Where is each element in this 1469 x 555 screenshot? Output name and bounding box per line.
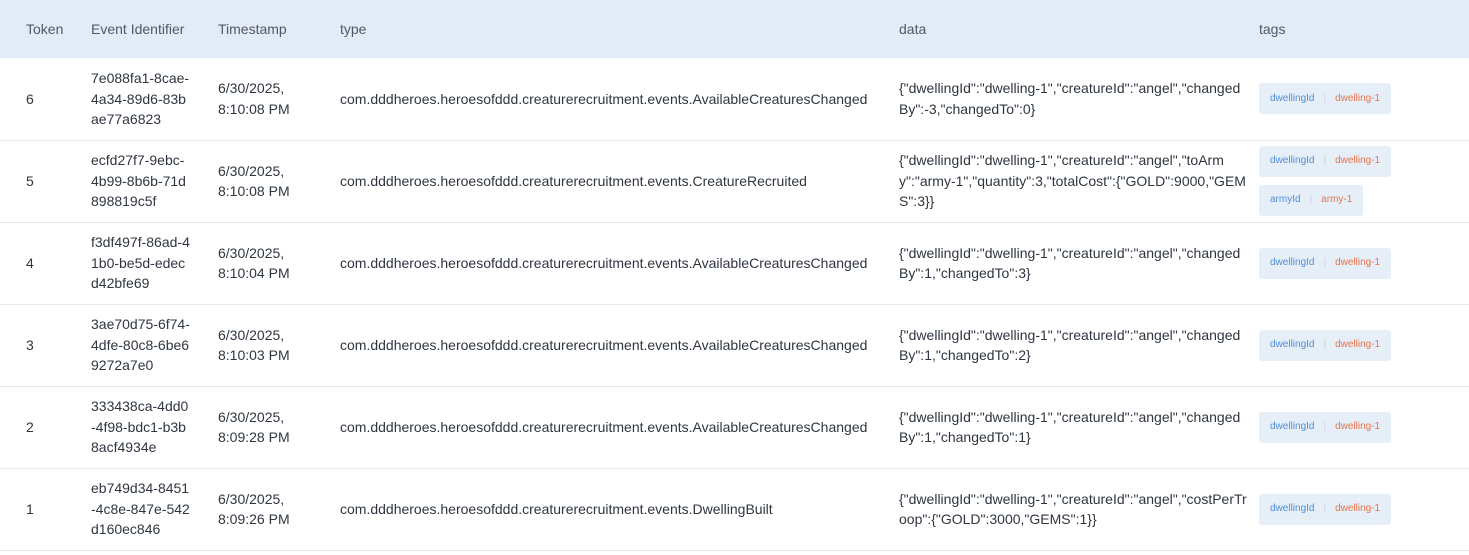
timestamp-cell: 6/30/2025, 8:09:28 PM [217, 386, 340, 468]
data-cell: {"dwellingId":"dwelling-1","creatureId":… [899, 490, 1247, 528]
type-cell: com.dddheroes.heroesofddd.creaturerecrui… [340, 500, 773, 517]
tag-separator: | [1309, 194, 1313, 206]
tag-chip[interactable]: dwellingId | dwelling-1 [1259, 83, 1392, 115]
tags-cell: dwellingId | dwelling-1 [1259, 386, 1469, 468]
event-id: 7e088fa1-8cae-4a34-89d6-83bae77a6823 [91, 70, 190, 127]
tag-separator: | [1323, 338, 1327, 350]
timestamp-time: 8:10:04 PM [218, 265, 290, 281]
tag-chip[interactable]: dwellingId | dwelling-1 [1259, 329, 1392, 361]
data-cell: {"dwellingId":"dwelling-1","creatureId":… [899, 152, 1246, 210]
header-tags[interactable]: tags [1259, 0, 1469, 58]
tag-chip[interactable]: dwellingId | dwelling-1 [1259, 493, 1392, 525]
table-row[interactable]: 2 333438ca-4dd0-4f98-bdc1-b3b8acf4934e 6… [0, 386, 1469, 468]
tag-value: dwelling-1 [1335, 338, 1381, 350]
timestamp-time: 8:10:03 PM [218, 347, 290, 363]
tag-key: dwellingId [1270, 92, 1315, 104]
tags-cell: dwellingId | dwelling-1 [1259, 304, 1469, 386]
event-id-cell: 333438ca-4dd0-4f98-bdc1-b3b8acf4934e [90, 386, 217, 468]
tag-separator: | [1323, 256, 1327, 268]
token-cell: 2 [26, 418, 34, 435]
timestamp-time: 8:09:28 PM [218, 429, 290, 445]
event-id: f3df497f-86ad-41b0-be5d-edecd42bfe69 [91, 234, 190, 292]
tag-key: dwellingId [1270, 420, 1315, 432]
tag-separator: | [1323, 92, 1327, 104]
tag-key: dwellingId [1270, 338, 1315, 350]
tags-cell: dwellingId | dwelling-1 [1259, 222, 1469, 304]
timestamp-date: 6/30/2025, [218, 162, 285, 179]
table-row[interactable]: 4 f3df497f-86ad-41b0-be5d-edecd42bfe69 6… [0, 222, 1469, 304]
data-cell: {"dwellingId":"dwelling-1","creatureId":… [899, 244, 1241, 282]
event-id-cell: f3df497f-86ad-41b0-be5d-edecd42bfe69 [90, 222, 217, 304]
data-cell: {"dwellingId":"dwelling-1","creatureId":… [899, 408, 1241, 446]
timestamp-cell: 6/30/2025, 8:10:04 PM [217, 222, 340, 304]
tags-cell: dwellingId | dwelling-1 [1259, 58, 1469, 140]
tags-cell: dwellingId | dwelling-1 [1259, 468, 1469, 550]
tag-value: dwelling-1 [1335, 92, 1381, 104]
tag-key: dwellingId [1270, 256, 1315, 268]
event-id: 333438ca-4dd0-4f98-bdc1-b3b8acf4934e [91, 398, 189, 456]
tag-chip[interactable]: dwellingId | dwelling-1 [1259, 146, 1392, 177]
timestamp-cell: 6/30/2025, 8:10:08 PM [217, 140, 340, 222]
events-table: Token Event Identifier Timestamp type da… [0, 0, 1469, 551]
tag-separator: | [1323, 420, 1327, 432]
table-row[interactable]: 5 ecfd27f7-9ebc-4b99-8b6b-71d898819c5f 6… [0, 140, 1469, 222]
table-header: Token Event Identifier Timestamp type da… [0, 0, 1469, 58]
timestamp-date: 6/30/2025, [218, 80, 285, 97]
type-cell: com.dddheroes.heroesofddd.creaturerecrui… [340, 254, 868, 271]
token-cell: 3 [26, 336, 34, 353]
tag-value: dwelling-1 [1335, 155, 1381, 167]
header-event-identifier[interactable]: Event Identifier [90, 0, 217, 58]
event-id: 3ae70d75-6f74-4dfe-80c8-6be69272a7e0 [91, 316, 190, 374]
timestamp-time: 8:10:08 PM [218, 183, 290, 199]
tag-key: dwellingId [1270, 155, 1315, 167]
tag-chip[interactable]: dwellingId | dwelling-1 [1259, 411, 1392, 443]
timestamp-cell: 6/30/2025, 8:09:26 PM [217, 468, 340, 550]
event-id: eb749d34-8451-4c8e-847e-542d160ec846 [91, 480, 190, 538]
header-token[interactable]: Token [0, 0, 90, 58]
type-cell: com.dddheroes.heroesofddd.creaturerecrui… [340, 90, 868, 107]
table-row[interactable]: 6 7e088fa1-8cae-4a34-89d6-83bae77a6823 6… [0, 58, 1469, 140]
event-id: ecfd27f7-9ebc-4b99-8b6b-71d898819c5f [91, 152, 186, 210]
type-cell: com.dddheroes.heroesofddd.creaturerecrui… [340, 418, 868, 435]
header-timestamp[interactable]: Timestamp [217, 0, 340, 58]
token-cell: 5 [26, 172, 34, 189]
tag-chip[interactable]: dwellingId | dwelling-1 [1259, 247, 1392, 279]
tag-key: dwellingId [1270, 502, 1315, 514]
timestamp-time: 8:09:26 PM [218, 511, 290, 527]
table-row[interactable]: 1 eb749d34-8451-4c8e-847e-542d160ec846 6… [0, 468, 1469, 550]
tag-key: armyId [1270, 194, 1301, 206]
data-cell: {"dwellingId":"dwelling-1","creatureId":… [899, 326, 1241, 364]
header-type[interactable]: type [340, 0, 899, 58]
header-data[interactable]: data [899, 0, 1259, 58]
timestamp-date: 6/30/2025, [218, 490, 285, 507]
data-cell: {"dwellingId":"dwelling-1","creatureId":… [899, 80, 1241, 117]
table-row[interactable]: 3 3ae70d75-6f74-4dfe-80c8-6be69272a7e0 6… [0, 304, 1469, 386]
tags-cell: dwellingId | dwelling-1 armyId | army-1 [1259, 140, 1469, 222]
tag-separator: | [1323, 155, 1327, 167]
tag-separator: | [1323, 502, 1327, 514]
timestamp-cell: 6/30/2025, 8:10:03 PM [217, 304, 340, 386]
timestamp-cell: 6/30/2025, 8:10:08 PM [217, 58, 340, 140]
tag-value: dwelling-1 [1335, 256, 1381, 268]
header-row: Token Event Identifier Timestamp type da… [0, 0, 1469, 58]
tag-value: army-1 [1321, 194, 1353, 206]
token-cell: 1 [26, 500, 34, 517]
timestamp-time: 8:10:08 PM [218, 100, 290, 117]
type-cell: com.dddheroes.heroesofddd.creaturerecrui… [340, 172, 807, 189]
token-cell: 4 [26, 254, 34, 271]
tag-value: dwelling-1 [1335, 502, 1381, 514]
type-cell: com.dddheroes.heroesofddd.creaturerecrui… [340, 336, 868, 353]
event-id-cell: ecfd27f7-9ebc-4b99-8b6b-71d898819c5f [90, 140, 217, 222]
event-id-cell: 7e088fa1-8cae-4a34-89d6-83bae77a6823 [90, 58, 217, 140]
table-body: 6 7e088fa1-8cae-4a34-89d6-83bae77a6823 6… [0, 58, 1469, 550]
tag-value: dwelling-1 [1335, 420, 1381, 432]
event-id-cell: eb749d34-8451-4c8e-847e-542d160ec846 [90, 468, 217, 550]
token-cell: 6 [26, 90, 34, 107]
event-id-cell: 3ae70d75-6f74-4dfe-80c8-6be69272a7e0 [90, 304, 217, 386]
timestamp-date: 6/30/2025, [218, 408, 285, 425]
tag-chip[interactable]: armyId | army-1 [1259, 185, 1364, 216]
timestamp-date: 6/30/2025, [218, 244, 285, 261]
timestamp-date: 6/30/2025, [218, 326, 285, 343]
